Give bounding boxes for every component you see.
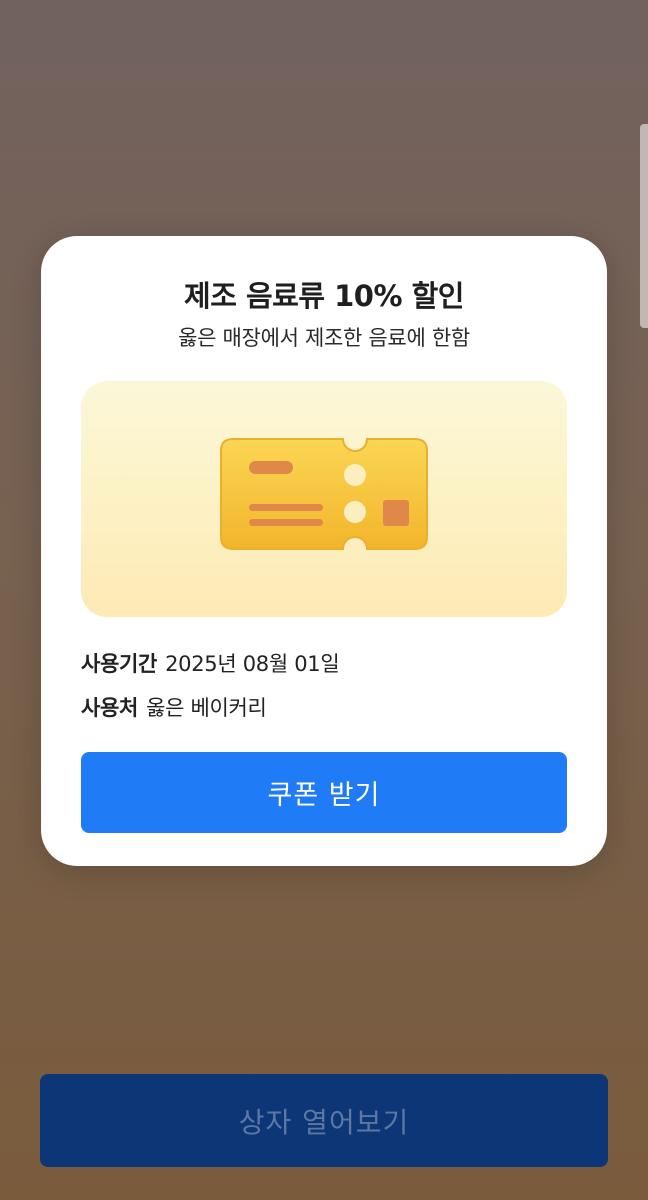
usage-period-row: 사용기간 2025년 08월 01일: [81, 648, 340, 678]
usage-place-row: 사용처 옳은 베이커리: [81, 692, 267, 722]
coupon-modal: 제조 음료류 10% 할인 옳은 매장에서 제조한 음료에 한함 사용기간 202…: [41, 236, 607, 866]
scroll-indicator[interactable]: [640, 124, 648, 328]
coupon-subtitle: 옳은 매장에서 제조한 음료에 한함: [178, 326, 470, 350]
ticket-icon: [220, 438, 428, 550]
coupon-title: 제조 음료류 10% 할인: [184, 279, 464, 313]
open-box-button[interactable]: 상자 열어보기: [40, 1074, 608, 1167]
usage-period-value: 2025년 08월 01일: [165, 652, 340, 676]
usage-place-value: 옳은 베이커리: [146, 696, 267, 720]
usage-place-label: 사용처: [81, 696, 139, 720]
get-coupon-button[interactable]: 쿠폰 받기: [81, 752, 567, 833]
usage-period-label: 사용기간: [81, 652, 158, 676]
coupon-image-panel: [81, 381, 567, 617]
